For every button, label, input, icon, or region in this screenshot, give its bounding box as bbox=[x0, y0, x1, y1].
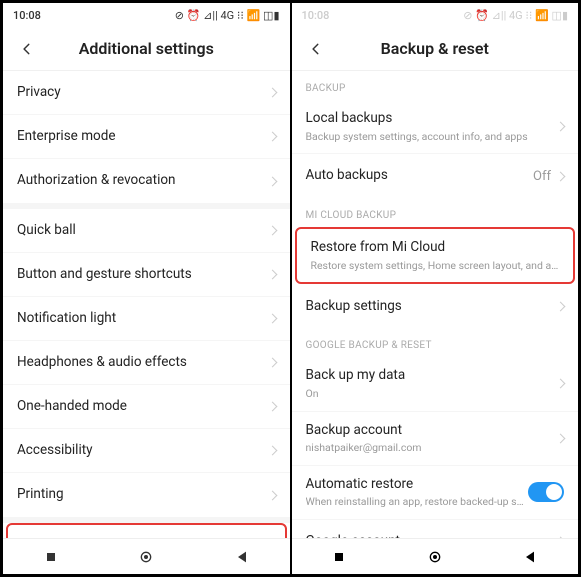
chevron-right-icon bbox=[267, 132, 277, 142]
row-backup-settings[interactable]: Backup settings bbox=[292, 284, 579, 328]
nav-home[interactable] bbox=[425, 547, 445, 567]
page-title: Backup & reset bbox=[381, 39, 489, 58]
section-google: GOOGLE BACKUP & RESET bbox=[292, 328, 579, 357]
nav-recent[interactable] bbox=[329, 547, 349, 567]
highlight-backup-reset: Backup & reset bbox=[6, 523, 287, 538]
row-privacy[interactable]: Privacy bbox=[3, 71, 290, 115]
toggle-automatic-restore[interactable] bbox=[528, 482, 564, 502]
status-bar: 10:08 ⊘ ⏰ ⊿|| 4G ⁝⁝ 📶 ◫▮ bbox=[292, 3, 579, 27]
nav-back[interactable] bbox=[520, 547, 540, 567]
back-button[interactable] bbox=[304, 37, 328, 61]
row-local-backups[interactable]: Local backupsBackup system settings, acc… bbox=[292, 100, 579, 154]
page-header: Backup & reset bbox=[292, 27, 579, 71]
row-backup-account[interactable]: Backup accountnishatpaiker@gmail.com bbox=[292, 412, 579, 466]
back-button[interactable] bbox=[15, 37, 39, 61]
row-notification-light[interactable]: Notification light bbox=[3, 297, 290, 341]
status-time: 10:08 bbox=[13, 9, 41, 22]
section-mi-cloud: MI CLOUD BACKUP bbox=[292, 198, 579, 227]
chevron-right-icon bbox=[267, 226, 277, 236]
chevron-right-icon bbox=[556, 301, 566, 311]
page-title: Additional settings bbox=[79, 39, 214, 58]
row-printing[interactable]: Printing bbox=[3, 473, 290, 517]
chevron-right-icon bbox=[267, 358, 277, 368]
nav-home[interactable] bbox=[136, 547, 156, 567]
row-google-account[interactable]: Google account bbox=[292, 520, 579, 538]
row-enterprise-mode[interactable]: Enterprise mode bbox=[3, 115, 290, 159]
row-button-gesture[interactable]: Button and gesture shortcuts bbox=[3, 253, 290, 297]
status-time: 10:08 bbox=[302, 9, 330, 22]
row-authorization-revocation[interactable]: Authorization & revocation bbox=[3, 159, 290, 203]
nav-bar bbox=[3, 538, 290, 574]
nav-bar bbox=[292, 538, 579, 574]
chevron-right-icon bbox=[556, 433, 566, 443]
chevron-right-icon bbox=[556, 379, 566, 389]
chevron-right-icon bbox=[267, 402, 277, 412]
chevron-right-icon bbox=[267, 490, 277, 500]
chevron-right-icon bbox=[556, 171, 566, 181]
chevron-right-icon bbox=[267, 88, 277, 98]
chevron-right-icon bbox=[556, 122, 566, 132]
chevron-right-icon bbox=[267, 314, 277, 324]
row-backup-reset[interactable]: Backup & reset bbox=[8, 525, 285, 538]
chevron-right-icon bbox=[267, 270, 277, 280]
row-one-handed[interactable]: One-handed mode bbox=[3, 385, 290, 429]
status-bar: 10:08 ⊘ ⏰ ⊿|| 4G ⁝⁝ 📶 ◫▮ bbox=[3, 3, 290, 27]
row-quick-ball[interactable]: Quick ball bbox=[3, 209, 290, 253]
row-restore-mi-cloud[interactable]: Restore from Mi CloudRestore system sett… bbox=[297, 229, 574, 282]
row-headphones-audio[interactable]: Headphones & audio effects bbox=[3, 341, 290, 385]
row-auto-backups[interactable]: Auto backups Off bbox=[292, 154, 579, 198]
page-header: Additional settings bbox=[3, 27, 290, 71]
row-backup-my-data[interactable]: Back up my dataOn bbox=[292, 357, 579, 411]
nav-recent[interactable] bbox=[41, 547, 61, 567]
nav-back[interactable] bbox=[232, 547, 252, 567]
status-indicators: ⊘ ⏰ ⊿|| 4G ⁝⁝ 📶 ◫▮ bbox=[463, 9, 568, 22]
chevron-right-icon bbox=[267, 446, 277, 456]
row-accessibility[interactable]: Accessibility bbox=[3, 429, 290, 473]
status-indicators: ⊘ ⏰ ⊿|| 4G ⁝⁝ 📶 ◫▮ bbox=[175, 9, 280, 22]
row-automatic-restore[interactable]: Automatic restoreWhen reinstalling an ap… bbox=[292, 466, 579, 520]
settings-list: Privacy Enterprise mode Authorization & … bbox=[3, 71, 290, 538]
chevron-right-icon bbox=[267, 176, 277, 186]
settings-list: BACKUP Local backupsBackup system settin… bbox=[292, 71, 579, 538]
section-backup: BACKUP bbox=[292, 71, 579, 100]
highlight-restore-mi-cloud: Restore from Mi CloudRestore system sett… bbox=[295, 227, 576, 284]
